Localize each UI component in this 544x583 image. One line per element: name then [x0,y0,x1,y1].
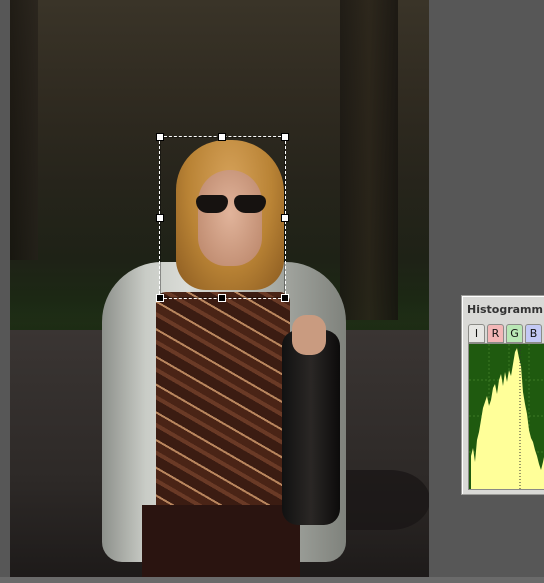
photo-hand [292,315,326,355]
tab-intensity[interactable]: I [468,324,485,343]
selection-handle-bottom[interactable] [218,294,226,302]
tab-red[interactable]: R [487,324,504,343]
photo-tree-left [10,0,38,260]
selection-rectangle[interactable] [156,133,289,302]
histogram-plot [468,343,544,490]
histogram-panel: Histogramm I R G B [461,295,544,495]
selection-handle-right[interactable] [281,214,289,222]
photo-tree-trunk [340,0,398,320]
selection-handle-left[interactable] [156,214,164,222]
photo-blouse [156,292,290,522]
histogram-graph [469,344,544,489]
photo-pants [142,505,300,577]
selection-handle-bottom-right[interactable] [281,294,289,302]
editor-workspace: Histogramm I R G B [0,0,544,583]
selection-handle-top-left[interactable] [156,133,164,141]
selection-handle-bottom-left[interactable] [156,294,164,302]
selection-handle-top-right[interactable] [281,133,289,141]
histogram-channel-tabs: I R G B [468,324,542,343]
selection-handle-top[interactable] [218,133,226,141]
tab-blue[interactable]: B [525,324,542,343]
histogram-title: Histogramm [467,303,543,316]
bottom-scroll-strip [0,577,544,583]
tab-green[interactable]: G [506,324,523,343]
photo-bag [282,330,340,525]
